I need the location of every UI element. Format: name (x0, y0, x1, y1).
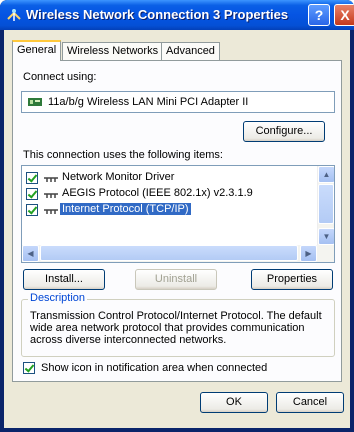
list-item[interactable]: Network Monitor Driver (26, 170, 316, 186)
vertical-scrollbar[interactable]: ▲ ▼ (317, 166, 334, 246)
tab-general[interactable]: General (12, 40, 62, 61)
description-group: Description Transmission Control Protoco… (21, 292, 335, 357)
show-icon-label[interactable]: Show icon in notification area when conn… (41, 362, 267, 374)
item-label: AEGIS Protocol (IEEE 802.1x) v2.3.1.9 (62, 187, 253, 199)
description-text: Transmission Control Protocol/Internet P… (30, 310, 322, 346)
close-button[interactable]: X (334, 4, 354, 26)
install-button[interactable]: Install... (23, 269, 105, 290)
window-title: Wireless Network Connection 3 Properties (26, 7, 289, 22)
protocol-icon (44, 209, 58, 214)
configure-button[interactable]: Configure... (243, 121, 325, 142)
item-checkbox[interactable] (26, 188, 38, 200)
show-icon-checkbox[interactable] (23, 362, 35, 374)
help-button[interactable]: ? (308, 4, 330, 26)
general-tab-panel: Connect using: 11a/b/g Wireless LAN Mini… (12, 60, 342, 382)
vertical-scroll-thumb[interactable] (318, 184, 334, 224)
network-connection-icon (7, 9, 21, 21)
network-adapter-icon (28, 98, 42, 106)
tab-advanced[interactable]: Advanced (161, 42, 220, 60)
scroll-up-icon[interactable]: ▲ (318, 166, 334, 183)
list-item[interactable]: AEGIS Protocol (IEEE 802.1x) v2.3.1.9 (26, 186, 316, 202)
components-list[interactable]: Network Monitor Driver AEGIS Protocol (I… (21, 165, 335, 263)
protocol-icon (44, 177, 58, 182)
tab-wireless-networks[interactable]: Wireless Networks (62, 42, 164, 60)
properties-button[interactable]: Properties (251, 269, 333, 290)
scroll-left-icon[interactable]: ◀ (22, 245, 39, 262)
item-checkbox[interactable] (26, 204, 38, 216)
uninstall-button[interactable]: Uninstall (135, 269, 217, 290)
dialog-client-area: General Wireless Networks Advanced Conne… (4, 30, 350, 428)
item-checkbox[interactable] (26, 172, 38, 184)
connect-using-label: Connect using: (23, 71, 97, 83)
adapter-name: 11a/b/g Wireless LAN Mini PCI Adapter II (48, 96, 249, 108)
show-icon-option[interactable]: Show icon in notification area when conn… (23, 361, 343, 377)
ok-button[interactable]: OK (200, 392, 268, 413)
protocol-icon (44, 193, 58, 198)
adapter-field: 11a/b/g Wireless LAN Mini PCI Adapter II (21, 91, 335, 113)
horizontal-scroll-thumb[interactable] (40, 245, 298, 261)
item-label: Internet Protocol (TCP/IP) (60, 203, 191, 215)
description-title: Description (28, 292, 88, 304)
cancel-button[interactable]: Cancel (276, 392, 344, 413)
horizontal-scrollbar[interactable]: ◀ ▶ (22, 245, 334, 262)
title-bar[interactable]: Wireless Network Connection 3 Properties… (0, 0, 354, 30)
item-label: Network Monitor Driver (62, 171, 175, 183)
scroll-right-icon[interactable]: ▶ (300, 245, 317, 262)
items-label: This connection uses the following items… (23, 149, 223, 161)
properties-dialog: Wireless Network Connection 3 Properties… (0, 0, 354, 432)
list-item[interactable]: Internet Protocol (TCP/IP) (26, 202, 316, 218)
scroll-down-icon[interactable]: ▼ (318, 228, 334, 245)
